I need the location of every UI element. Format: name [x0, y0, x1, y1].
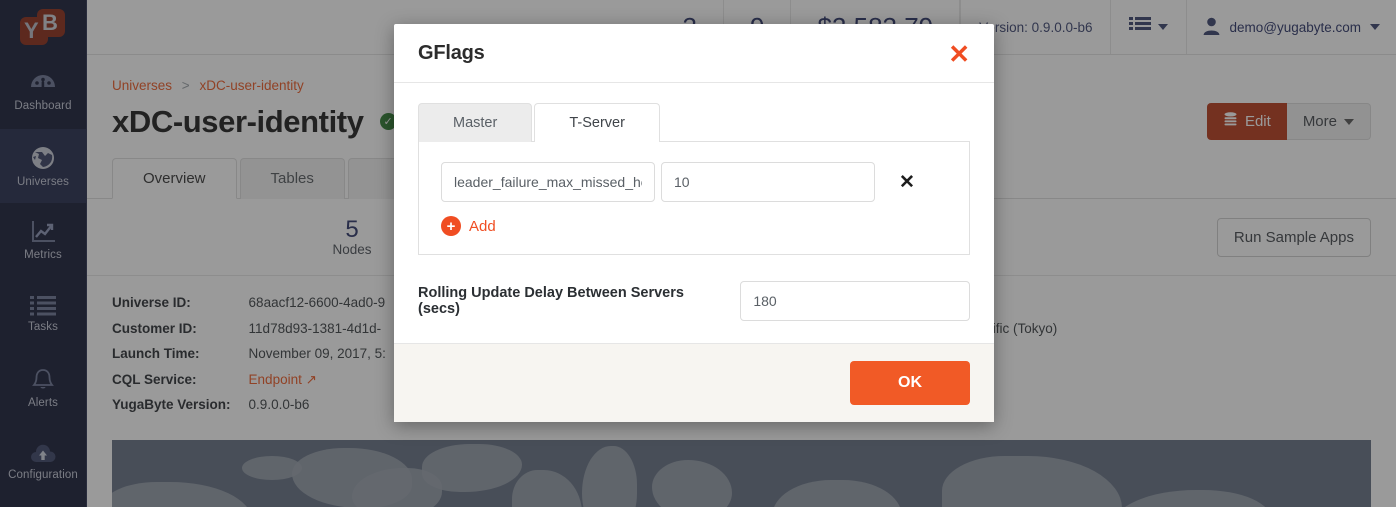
app-root: 3 9 $2,583.79 Version: 0.9.0.0-b6 — [0, 0, 1396, 507]
close-icon[interactable]: ✕ — [948, 41, 970, 67]
add-gflag-button[interactable]: + Add — [441, 216, 947, 236]
plus-circle-icon: + — [441, 216, 461, 236]
tab-label: Master — [453, 115, 498, 131]
gflags-tabs: Master T-Server — [418, 103, 970, 142]
tab-master[interactable]: Master — [418, 103, 533, 142]
gflags-modal: GFlags ✕ Master T-Server ✕ + — [394, 24, 994, 422]
remove-x-icon[interactable]: ✕ — [891, 171, 923, 194]
rolling-update-delay-input[interactable] — [740, 281, 970, 321]
modal-body: Master T-Server ✕ + Add Rolling Updat — [394, 83, 994, 343]
modal-header: GFlags ✕ — [394, 24, 994, 83]
tab-label: T-Server — [569, 115, 625, 131]
tab-tserver[interactable]: T-Server — [534, 103, 660, 142]
gflag-row: ✕ — [441, 162, 947, 202]
rolling-update-delay-row: Rolling Update Delay Between Servers (se… — [418, 281, 970, 321]
modal-footer: OK — [394, 343, 994, 422]
add-label: Add — [469, 217, 496, 235]
rolling-update-delay-label: Rolling Update Delay Between Servers (se… — [418, 285, 684, 317]
gflag-name-input[interactable] — [441, 162, 655, 202]
ok-button[interactable]: OK — [850, 361, 970, 405]
gflag-value-input[interactable] — [661, 162, 875, 202]
gflags-panel: ✕ + Add — [418, 141, 970, 255]
modal-title: GFlags — [418, 42, 485, 64]
